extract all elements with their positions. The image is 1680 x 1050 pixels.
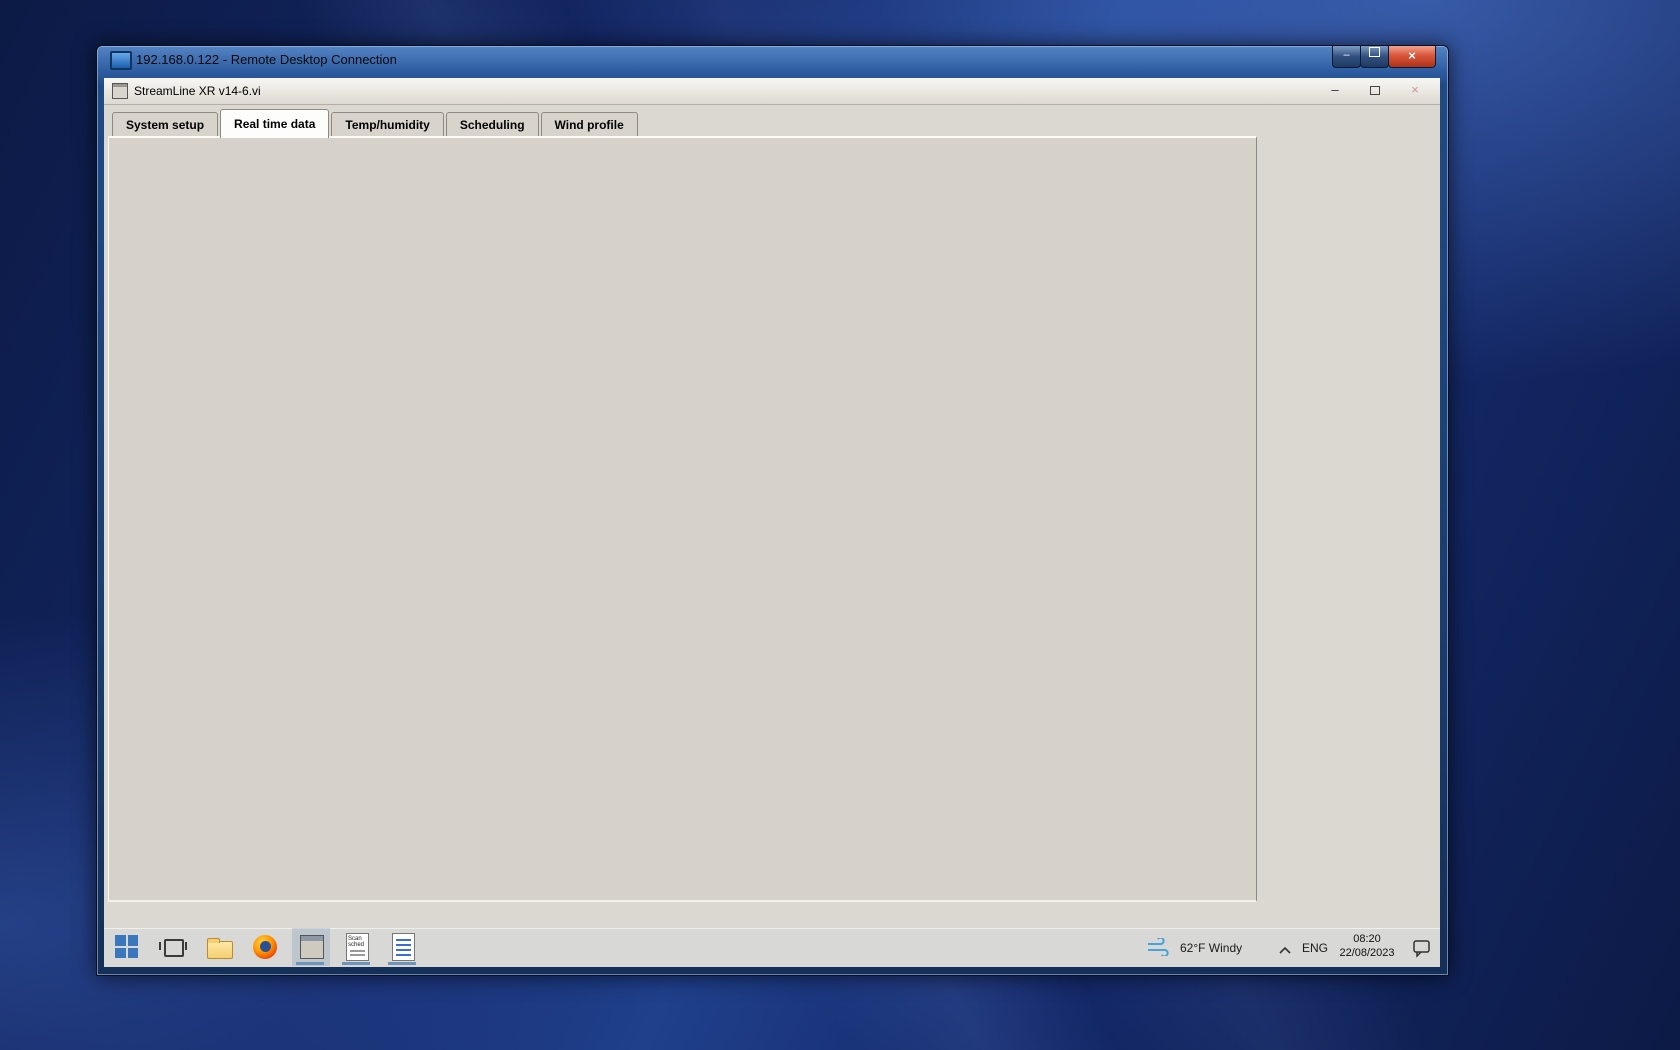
clock[interactable]: 08:20 22/08/2023 bbox=[1330, 932, 1404, 960]
tab-temp-humidity[interactable]: Temp/humidity bbox=[331, 112, 444, 138]
tab-real-time-data[interactable]: Real time data bbox=[220, 109, 330, 138]
scan-schedule-button[interactable]: Scan sched bbox=[338, 928, 376, 966]
rdp-maximize-button[interactable] bbox=[1360, 46, 1389, 68]
start-button[interactable] bbox=[108, 928, 146, 966]
notification-icon[interactable] bbox=[1412, 938, 1432, 963]
rdp-window-title: 192.168.0.122 - Remote Desktop Connectio… bbox=[136, 52, 397, 67]
task-view-button[interactable] bbox=[154, 928, 192, 966]
tab-system-setup[interactable]: System setup bbox=[112, 112, 219, 138]
folder-icon bbox=[207, 941, 233, 959]
windows-logo-icon bbox=[115, 935, 138, 958]
app-icon bbox=[112, 83, 128, 99]
chevron-up-icon[interactable] bbox=[1278, 942, 1292, 960]
clock-time: 08:20 bbox=[1353, 933, 1381, 945]
weather-text[interactable]: 62°F Windy bbox=[1180, 941, 1242, 955]
desktop: 192.168.0.122 - Remote Desktop Connectio… bbox=[0, 0, 1680, 1050]
rdp-minimize-button[interactable]: – bbox=[1332, 46, 1361, 68]
tab-scheduling[interactable]: Scheduling bbox=[445, 112, 539, 138]
rdp-close-button[interactable]: × bbox=[1388, 46, 1436, 68]
file-explorer-button[interactable] bbox=[200, 928, 238, 966]
streamline-app-icon bbox=[300, 935, 324, 959]
tab-page bbox=[108, 136, 1257, 902]
clock-date: 22/08/2023 bbox=[1339, 947, 1395, 959]
rdp-icon bbox=[110, 51, 132, 70]
app-minimize-button[interactable]: – bbox=[1322, 82, 1348, 98]
firefox-button[interactable] bbox=[246, 928, 284, 966]
app-restore-button[interactable] bbox=[1362, 83, 1388, 99]
streamline-app-button[interactable] bbox=[292, 928, 330, 966]
app-close-button[interactable]: × bbox=[1402, 82, 1428, 98]
tab-bar: System setup Real time data Temp/humidit… bbox=[112, 109, 640, 138]
weather-icon[interactable] bbox=[1146, 936, 1172, 961]
language-indicator[interactable]: ENG bbox=[1302, 941, 1328, 955]
notepad-doc-icon bbox=[392, 933, 415, 961]
tab-wind-profile[interactable]: Wind profile bbox=[540, 112, 638, 138]
task-view-icon bbox=[164, 939, 184, 957]
app-title-bar bbox=[104, 78, 1440, 105]
scan-schedule-icon-label: Scan sched bbox=[348, 936, 365, 948]
scan-schedule-icon: Scan sched bbox=[346, 933, 369, 961]
notepad-doc-button[interactable] bbox=[384, 928, 422, 966]
app-window-title: StreamLine XR v14-6.vi bbox=[134, 84, 261, 98]
